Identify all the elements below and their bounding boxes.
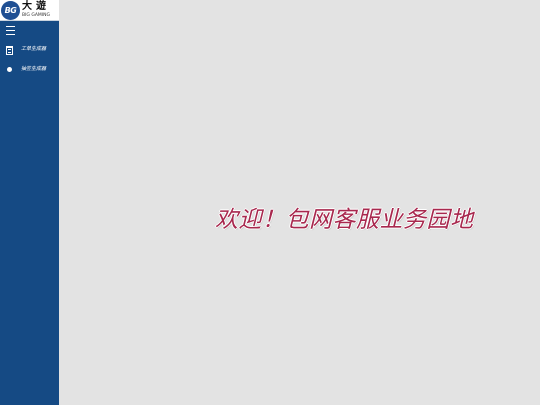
sidebar-item-lottery-generator[interactable]: 抽签生成器 [0,62,59,78]
logo-english-name: BIG GAMING [22,13,50,18]
brand-logo[interactable]: BG 大遊 BIG GAMING [0,0,59,21]
hamburger-menu-icon[interactable] [5,25,16,36]
sidebar-item-ticket-generator[interactable]: 工单生成器 [0,42,59,58]
sidebar-item-label: 抽签生成器 [21,66,47,72]
logo-chinese-name: 大遊 [22,1,50,12]
sidebar: BG 大遊 BIG GAMING 工单生成器 抽签生成器 [0,0,59,405]
document-icon [6,46,13,55]
dot-icon [7,67,12,72]
logo-badge: BG [1,1,20,20]
sidebar-item-label: 工单生成器 [21,46,47,52]
welcome-message: 欢迎！包网客服业务园地 [215,207,474,233]
